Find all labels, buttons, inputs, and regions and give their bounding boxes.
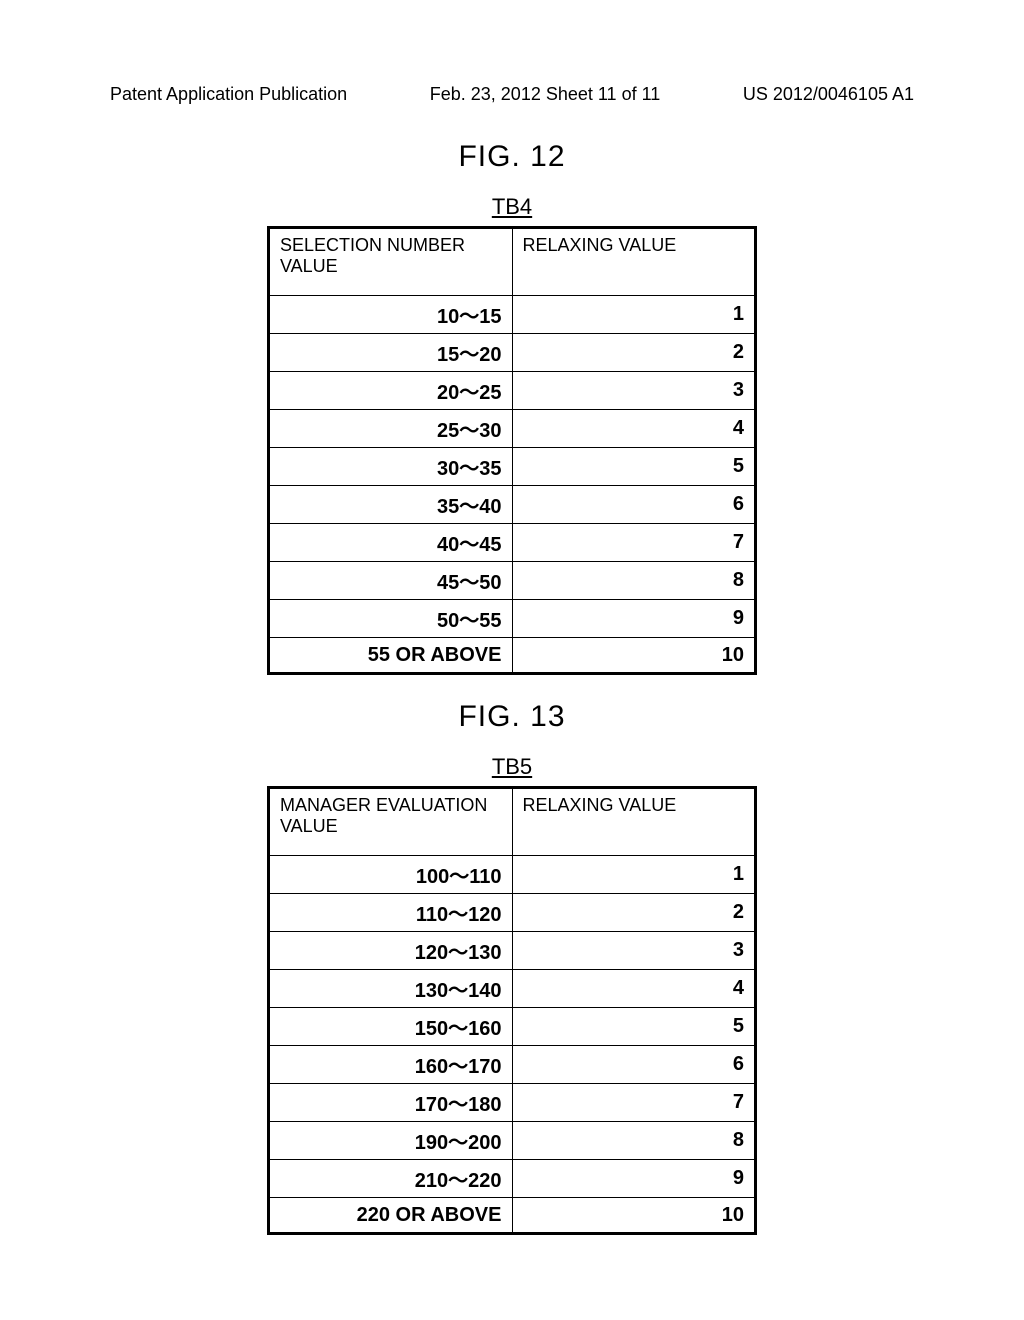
table-cell: 35～40 xyxy=(269,486,513,524)
table-cell: 4 xyxy=(512,410,756,448)
table-row: 20～253 xyxy=(269,372,756,410)
table-cell: 15～20 xyxy=(269,334,513,372)
table-cell: 1 xyxy=(512,856,756,894)
table-row: 210～2209 xyxy=(269,1160,756,1198)
table-cell: 150～160 xyxy=(269,1008,513,1046)
table-row: 15～202 xyxy=(269,334,756,372)
table-cell: 20～25 xyxy=(269,372,513,410)
table-row: 170～1807 xyxy=(269,1084,756,1122)
table-cell: 45～50 xyxy=(269,562,513,600)
table-cell: 5 xyxy=(512,448,756,486)
table-row: 35～406 xyxy=(269,486,756,524)
table-row: 220 OR ABOVE10 xyxy=(269,1198,756,1234)
table-cell: 10～15 xyxy=(269,296,513,334)
table-tb4: SELECTION NUMBER VALUE RELAXING VALUE 10… xyxy=(267,226,757,675)
page-header: Patent Application Publication Feb. 23, … xyxy=(110,84,914,105)
table-tb5-label: TB5 xyxy=(492,754,532,780)
table-cell: 25～30 xyxy=(269,410,513,448)
table-row: 10～151 xyxy=(269,296,756,334)
table-row: 55 OR ABOVE10 xyxy=(269,638,756,674)
table-row: 110～1202 xyxy=(269,894,756,932)
table-cell: 40～45 xyxy=(269,524,513,562)
table-cell: 10 xyxy=(512,638,756,674)
figure-12-title: FIG. 12 xyxy=(267,140,757,174)
table-row: 160～1706 xyxy=(269,1046,756,1084)
table-cell: 100～110 xyxy=(269,856,513,894)
table-cell: 55 OR ABOVE xyxy=(269,638,513,674)
table-cell: 50～55 xyxy=(269,600,513,638)
table-cell: 7 xyxy=(512,524,756,562)
table-row: 30～355 xyxy=(269,448,756,486)
table-cell: 160～170 xyxy=(269,1046,513,1084)
table-row: 130～1404 xyxy=(269,970,756,1008)
header-patent-number: US 2012/0046105 A1 xyxy=(743,84,914,105)
table-cell: 2 xyxy=(512,334,756,372)
table-row: 190～2008 xyxy=(269,1122,756,1160)
table-cell: 4 xyxy=(512,970,756,1008)
table-row: 25～304 xyxy=(269,410,756,448)
header-date-sheet: Feb. 23, 2012 Sheet 11 of 11 xyxy=(430,84,661,105)
table-cell: 130～140 xyxy=(269,970,513,1008)
figure-12-block: FIG. 12 TB4 SELECTION NUMBER VALUE RELAX… xyxy=(267,140,757,675)
table-cell: 110～120 xyxy=(269,894,513,932)
table-header-cell: SELECTION NUMBER VALUE xyxy=(269,228,513,296)
table-cell: 6 xyxy=(512,1046,756,1084)
figure-13-block: FIG. 13 TB5 MANAGER EVALUATION VALUE REL… xyxy=(267,700,757,1235)
table-cell: 5 xyxy=(512,1008,756,1046)
table-cell: 9 xyxy=(512,600,756,638)
table-cell: 30～35 xyxy=(269,448,513,486)
table-cell: 3 xyxy=(512,932,756,970)
table-cell: 2 xyxy=(512,894,756,932)
table-row: 50～559 xyxy=(269,600,756,638)
table-row: 45～508 xyxy=(269,562,756,600)
table-tb5: MANAGER EVALUATION VALUE RELAXING VALUE … xyxy=(267,786,757,1235)
table-cell: 10 xyxy=(512,1198,756,1234)
table-cell: 6 xyxy=(512,486,756,524)
table-row: 120～1303 xyxy=(269,932,756,970)
table-header-row: SELECTION NUMBER VALUE RELAXING VALUE xyxy=(269,228,756,296)
table-cell: 210～220 xyxy=(269,1160,513,1198)
table-cell: 8 xyxy=(512,562,756,600)
table-cell: 120～130 xyxy=(269,932,513,970)
table-row: 100～1101 xyxy=(269,856,756,894)
figure-13-title: FIG. 13 xyxy=(267,700,757,734)
table-cell: 8 xyxy=(512,1122,756,1160)
table-cell: 7 xyxy=(512,1084,756,1122)
table-cell: 190～200 xyxy=(269,1122,513,1160)
table-cell: 1 xyxy=(512,296,756,334)
table-header-cell: RELAXING VALUE xyxy=(512,788,756,856)
table-cell: 3 xyxy=(512,372,756,410)
table-cell: 9 xyxy=(512,1160,756,1198)
table-row: 40～457 xyxy=(269,524,756,562)
table-header-row: MANAGER EVALUATION VALUE RELAXING VALUE xyxy=(269,788,756,856)
table-header-cell: MANAGER EVALUATION VALUE xyxy=(269,788,513,856)
header-publication: Patent Application Publication xyxy=(110,84,347,105)
table-cell: 170～180 xyxy=(269,1084,513,1122)
table-header-cell: RELAXING VALUE xyxy=(512,228,756,296)
table-cell: 220 OR ABOVE xyxy=(269,1198,513,1234)
table-tb4-label: TB4 xyxy=(492,194,532,220)
table-row: 150～1605 xyxy=(269,1008,756,1046)
